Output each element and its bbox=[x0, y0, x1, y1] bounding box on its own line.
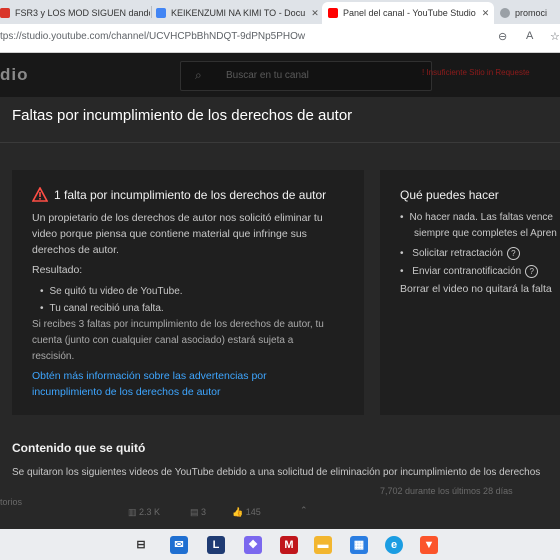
favorites-icon[interactable]: ☆ bbox=[550, 30, 560, 43]
search-input[interactable]: Buscar en tu canal bbox=[226, 70, 309, 81]
youtube-favicon-icon bbox=[0, 8, 10, 18]
dialog-divider bbox=[0, 142, 560, 143]
sidebar-item-label: torios bbox=[0, 497, 23, 507]
tab-title: KEIKENZUMI NA KIMI TO - Docu bbox=[171, 8, 306, 18]
warning-icon bbox=[32, 187, 48, 202]
youtube-studio-page: dio ⌕ Buscar en tu canal ! Insuficiente … bbox=[0, 53, 560, 529]
search-icon: ⌕ bbox=[195, 68, 202, 82]
strike-description-line: Un propietario de los derechos de autor … bbox=[32, 212, 323, 224]
copilot-icon[interactable]: ❖ bbox=[244, 536, 262, 554]
strike-warning-line: Si recibes 3 faltas por incumplimiento d… bbox=[32, 319, 324, 330]
actions-title: Qué puedes hacer bbox=[400, 188, 499, 202]
help-icon[interactable]: ? bbox=[525, 265, 539, 278]
browser-tab-bar: FSR3 y LOS MOD SIGUEN dando ✕ KEIKENZUMI… bbox=[0, 0, 560, 24]
actions-card: Qué puedes hacer No hacer nada. Las falt… bbox=[380, 170, 560, 415]
edge-icon[interactable]: e bbox=[385, 536, 403, 554]
studio-logo[interactable]: dio bbox=[0, 65, 29, 85]
comments-count: 3 bbox=[201, 507, 207, 517]
chevron-up-icon[interactable]: ⌃ bbox=[300, 505, 308, 516]
file-explorer-icon[interactable]: ▬ bbox=[314, 536, 332, 554]
likes-count: 145 bbox=[245, 507, 261, 517]
tab-promocion[interactable]: promoci bbox=[500, 2, 560, 24]
windows-taskbar: ⊟ ✉ L ❖ M ▬ ▦ e ▼ bbox=[0, 529, 560, 560]
action-label[interactable]: Solicitar retractación bbox=[412, 248, 503, 259]
read-aloud-icon[interactable]: A bbox=[526, 30, 533, 42]
help-icon[interactable]: ? bbox=[506, 247, 520, 260]
action-label[interactable]: Enviar contranotificación bbox=[412, 266, 521, 277]
actions-footer: Borrar el video no quitará la falta bbox=[400, 283, 552, 295]
counter-notification-item[interactable]: Enviar contranotificación? bbox=[400, 265, 539, 278]
dialog-title: Faltas por incumplimiento de los derecho… bbox=[12, 107, 353, 124]
tab-fsr3[interactable]: FSR3 y LOS MOD SIGUEN dando ✕ bbox=[0, 2, 150, 24]
zoom-icon[interactable]: ⊖ bbox=[498, 30, 507, 43]
mcafee-icon[interactable]: M bbox=[280, 536, 298, 554]
youtube-favicon-icon bbox=[328, 8, 338, 18]
views-count: 2.3 K bbox=[139, 507, 161, 517]
store-icon[interactable]: ▦ bbox=[350, 536, 368, 554]
studio-header: dio ⌕ Buscar en tu canal ! Insuficiente … bbox=[0, 53, 560, 97]
docs-favicon-icon bbox=[156, 8, 166, 18]
comments-stat: ▤ 3 bbox=[190, 507, 207, 517]
action-item-continued: siempre que completes el Apren bbox=[414, 228, 557, 239]
channel-search[interactable]: ⌕ Buscar en tu canal bbox=[180, 61, 432, 91]
strike-description-line: derechos de autor. bbox=[32, 244, 119, 256]
tab-youtube-studio[interactable]: Panel del canal - YouTube Studio ✕ bbox=[322, 2, 494, 24]
app-l-icon[interactable]: L bbox=[207, 536, 225, 554]
result-item: Tu canal recibió una falta. bbox=[40, 303, 164, 314]
likes-stat: 👍 145 bbox=[232, 507, 261, 517]
removed-content-text: Se quitaron los siguientes videos de You… bbox=[12, 467, 541, 478]
removed-content-title: Contenido que se quitó bbox=[12, 441, 146, 455]
learn-more-link[interactable]: Obtén más información sobre las adverten… bbox=[32, 368, 267, 384]
search-favicon-icon bbox=[500, 8, 510, 18]
copyright-strikes-dialog: Faltas por incumplimiento de los derecho… bbox=[0, 97, 560, 529]
result-label: Resultado: bbox=[32, 264, 83, 276]
learn-more-link[interactable]: incumplimiento de los derechos de autor bbox=[32, 384, 221, 400]
strike-description-line: video porque piensa que contiene materia… bbox=[32, 228, 307, 240]
views-stat: ▥ 2.3 K bbox=[128, 507, 161, 517]
tab-title: Panel del canal - YouTube Studio bbox=[343, 8, 476, 18]
close-tab-icon[interactable]: ✕ bbox=[311, 8, 318, 19]
brave-icon[interactable]: ▼ bbox=[420, 536, 438, 554]
action-item: No hacer nada. Las faltas vence bbox=[400, 212, 553, 223]
tab-keikenzumi[interactable]: KEIKENZUMI NA KIMI TO - Docu ✕ bbox=[156, 2, 318, 24]
tab-separator bbox=[151, 6, 152, 18]
tab-title: promoci bbox=[515, 8, 548, 18]
channel-stat-text: 7,702 durante los últimos 28 días bbox=[380, 486, 513, 496]
mail-icon[interactable]: ✉ bbox=[170, 536, 188, 554]
url-field[interactable]: tps://studio.youtube.com/channel/UCVHCPb… bbox=[0, 31, 305, 42]
address-bar: tps://studio.youtube.com/channel/UCVHCPb… bbox=[0, 24, 560, 53]
header-warning: ! Insuficiente Sitio in Requeste bbox=[422, 68, 530, 77]
task-view-icon[interactable]: ⊟ bbox=[132, 536, 150, 554]
strike-warning-line: rescisión. bbox=[32, 351, 75, 362]
close-tab-icon[interactable]: ✕ bbox=[482, 8, 490, 19]
strike-title: 1 falta por incumplimiento de los derech… bbox=[54, 188, 327, 202]
tab-title: FSR3 y LOS MOD SIGUEN dando bbox=[15, 8, 150, 18]
result-item: Se quitó tu video de YouTube. bbox=[40, 286, 183, 297]
request-retraction-item[interactable]: Solicitar retractación? bbox=[400, 247, 520, 260]
strike-card: 1 falta por incumplimiento de los derech… bbox=[12, 170, 364, 415]
strike-warning-line: cuenta (junto con cualquier canal asocia… bbox=[32, 335, 294, 346]
